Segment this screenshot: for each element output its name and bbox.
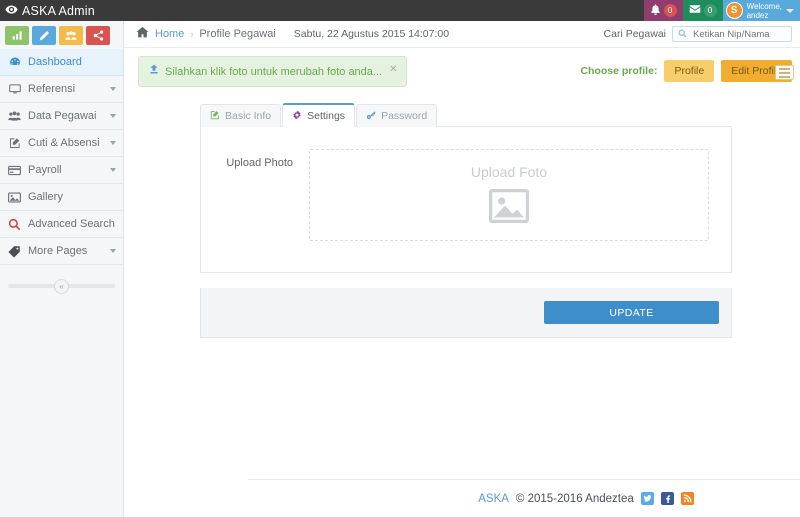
close-icon[interactable]: ✕	[389, 64, 397, 75]
alert-message: Silahkan klik foto untuk merubah foto an…	[165, 65, 383, 78]
gear-icon	[292, 110, 302, 123]
breadcrumb-current: Profile Pegawai	[199, 28, 276, 40]
quick-actions	[0, 21, 123, 49]
edit-button[interactable]	[32, 26, 56, 45]
topbar-spacer	[124, 0, 644, 21]
bell-icon	[650, 3, 661, 18]
eye-icon	[5, 3, 18, 19]
facebook-icon[interactable]	[660, 492, 674, 505]
profile-switcher: Choose profile: Profile Edit Profile	[580, 56, 794, 82]
sidebar-item-label: Gallery	[28, 191, 63, 203]
dashboard-icon	[8, 56, 21, 68]
tab-label: Basic Info	[225, 110, 272, 122]
twitter-icon[interactable]	[640, 492, 654, 505]
breadcrumb-datetime: Sabtu, 22 Agustus 2015 14:07:00	[293, 28, 450, 40]
search-box[interactable]	[672, 26, 792, 42]
sidebar-item-more-pages[interactable]: More Pages	[0, 238, 123, 265]
sidebar-item-label: Advanced Search	[28, 218, 115, 230]
message-count: 0	[703, 4, 717, 17]
monitor-icon	[8, 83, 21, 95]
user-menu[interactable]: S Welcome, andez	[722, 0, 800, 21]
search-area: Cari Pegawai	[604, 26, 792, 42]
sidebar-item-label: Dashboard	[28, 56, 82, 68]
breadcrumb-separator: ›	[190, 29, 194, 39]
notifications-button[interactable]: 0	[643, 0, 683, 21]
footer-brand: ASKA	[478, 492, 509, 505]
page-footer: ASKA © 2015-2016 Andeztea	[248, 479, 800, 517]
form-actions: UPDATE	[200, 288, 732, 338]
info-alert: Silahkan klik foto untuk merubah foto an…	[138, 56, 408, 87]
tab-password[interactable]: Password	[356, 104, 438, 127]
home-icon[interactable]	[136, 26, 149, 42]
list-icon[interactable]	[775, 65, 794, 80]
key-icon	[366, 110, 376, 123]
main-content: Home › Profile Pegawai Sabtu, 22 Agustus…	[124, 21, 800, 517]
users-button[interactable]	[59, 26, 83, 45]
avatar: S	[725, 2, 743, 19]
sidebar-item-label: Payroll	[28, 164, 62, 176]
sidebar-item-advanced-search[interactable]: Advanced Search	[0, 211, 123, 238]
sidebar: Dashboard Referensi Data Pegawai Cuti & …	[0, 21, 124, 517]
notification-count: 0	[663, 4, 677, 17]
welcome-line-1: Welcome,	[746, 1, 782, 11]
chevron-down-icon	[110, 141, 116, 145]
search-icon	[8, 218, 21, 231]
chevron-down-icon	[110, 168, 116, 172]
sidebar-item-cuti-absensi[interactable]: Cuti & Absensi	[0, 130, 123, 157]
upload-photo-row: Upload Photo Upload Foto	[201, 127, 731, 241]
share-button[interactable]	[86, 26, 110, 45]
edit-square-icon	[8, 137, 21, 149]
chevron-double-left-icon[interactable]: «	[54, 278, 69, 294]
search-input[interactable]	[691, 27, 786, 41]
credit-card-icon	[8, 164, 21, 177]
welcome-line-2: andez	[746, 10, 769, 20]
settings-panel: Upload Photo Upload Foto	[200, 126, 732, 273]
rss-icon[interactable]	[680, 492, 694, 505]
profile-button[interactable]: Profile	[664, 60, 715, 82]
chart-button[interactable]	[5, 26, 29, 45]
tab-label: Settings	[307, 110, 346, 122]
envelope-icon	[689, 3, 701, 18]
footer-copyright: © 2015-2016 Andeztea	[515, 492, 634, 505]
tab-list: Basic Info Settings Password	[200, 103, 800, 127]
sidebar-item-label: Data Pegawai	[28, 110, 97, 122]
breadcrumb-bar: Home › Profile Pegawai Sabtu, 22 Agustus…	[124, 21, 800, 48]
tag-icon	[8, 245, 21, 258]
image-placeholder-icon	[489, 189, 529, 226]
sidebar-item-label: Cuti & Absensi	[28, 137, 100, 149]
top-bar: ASKA Admin 0 0 S Welcome, andez	[0, 0, 800, 21]
caret-down-icon	[786, 8, 794, 13]
tabs-section: Basic Info Settings Password Upload Phot…	[124, 87, 800, 338]
tab-label: Password	[381, 110, 428, 122]
chevron-down-icon	[110, 87, 116, 91]
app-title: ASKA Admin	[22, 3, 95, 18]
dropzone-text: Upload Foto	[470, 164, 548, 180]
edit-square-icon	[210, 110, 220, 123]
sidebar-item-gallery[interactable]: Gallery	[0, 184, 123, 211]
tab-basic-info[interactable]: Basic Info	[200, 104, 282, 127]
sidebar-item-referensi[interactable]: Referensi	[0, 76, 123, 103]
chevron-down-icon	[110, 114, 116, 118]
tab-settings[interactable]: Settings	[282, 103, 356, 127]
sidebar-item-data-pegawai[interactable]: Data Pegawai	[0, 103, 123, 130]
photo-dropzone[interactable]: Upload Foto	[309, 149, 709, 241]
search-icon	[678, 27, 687, 41]
chevron-down-icon	[110, 249, 116, 253]
sidebar-item-label: Referensi	[28, 83, 76, 95]
sidebar-collapse-toggle[interactable]: «	[0, 275, 123, 297]
update-button[interactable]: UPDATE	[544, 301, 719, 324]
sidebar-item-payroll[interactable]: Payroll	[0, 157, 123, 184]
upload-photo-label: Upload Photo	[226, 157, 293, 169]
brand-area[interactable]: ASKA Admin	[0, 0, 124, 21]
upload-icon	[148, 64, 160, 79]
search-label: Cari Pegawai	[603, 28, 666, 40]
image-icon	[8, 191, 21, 204]
alert-row: Silahkan klik foto untuk merubah foto an…	[124, 48, 800, 87]
breadcrumb-home[interactable]: Home	[155, 28, 184, 40]
sidebar-item-dashboard[interactable]: Dashboard	[0, 49, 123, 76]
messages-button[interactable]: 0	[682, 0, 723, 21]
users-icon	[8, 110, 21, 123]
choose-profile-label: Choose profile:	[580, 65, 658, 77]
sidebar-item-label: More Pages	[28, 245, 88, 257]
